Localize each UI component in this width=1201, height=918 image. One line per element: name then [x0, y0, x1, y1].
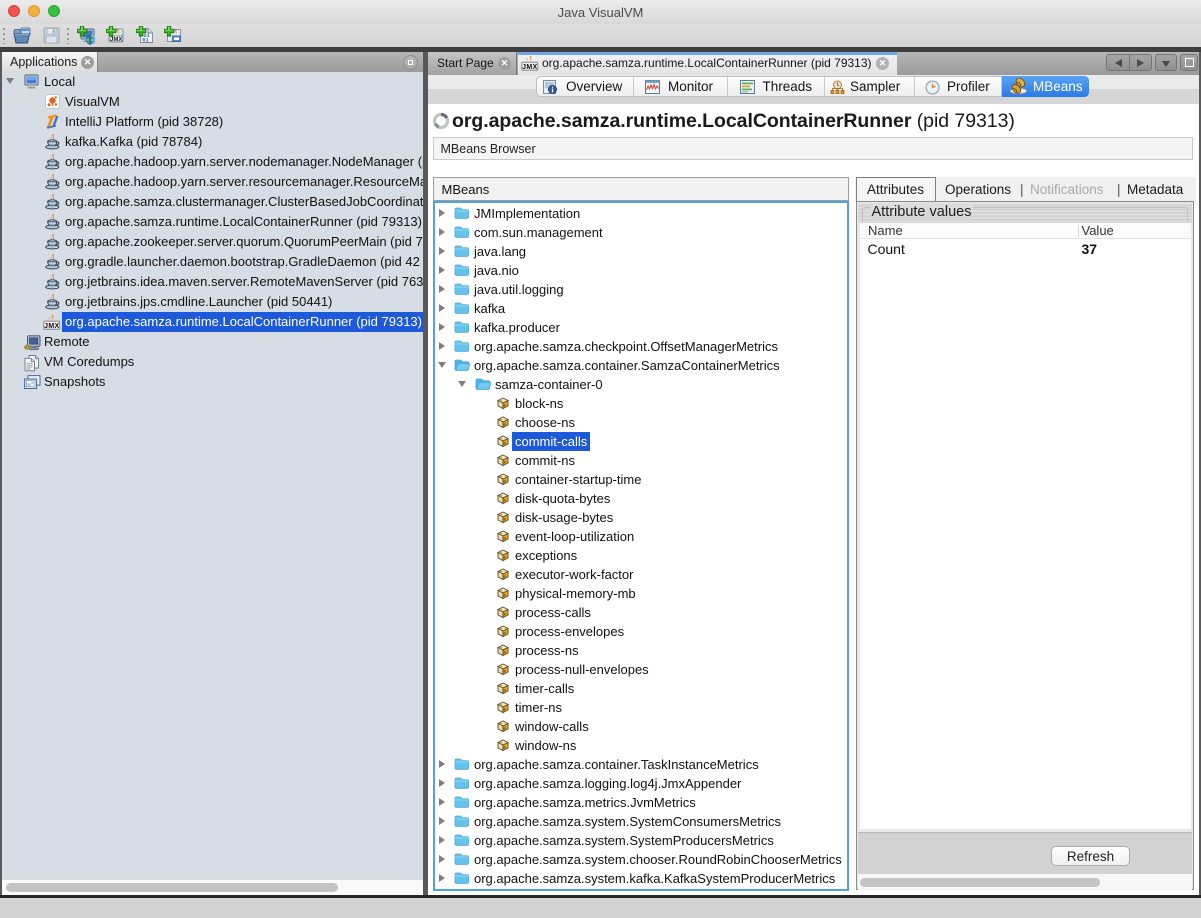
svg-text:01: 01 [142, 37, 149, 44]
svg-text:JMX: JMX [110, 37, 122, 43]
svg-text:JMX: JMX [44, 323, 59, 330]
svg-text:JMX: JMX [522, 64, 537, 71]
